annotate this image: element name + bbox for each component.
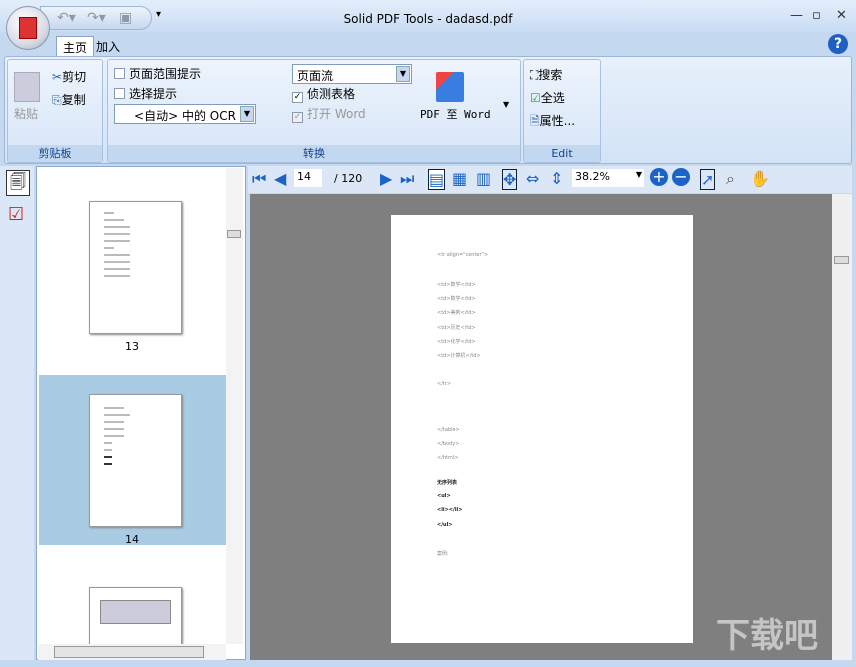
detect-tables-checkbox[interactable]: ✓ 侦测表格	[292, 85, 355, 103]
minimize-button[interactable]: —	[790, 8, 803, 23]
layout-select[interactable]: 页面流 ▼	[292, 64, 412, 84]
single-page-view-icon[interactable]: ▤	[428, 169, 446, 190]
app-menu-button[interactable]	[6, 6, 50, 50]
last-page-button[interactable]: ⏭	[400, 169, 414, 189]
page-text-line: <td>数学</td>	[437, 296, 476, 302]
edit-group: ⛶搜索 ☑全选 🗎属性... Edit	[523, 59, 601, 163]
thumbnail-vertical-scrollbar[interactable]	[226, 168, 243, 644]
ribbon-tabs: 主页 加入	[0, 32, 856, 56]
hand-tool-icon[interactable]: ✋	[750, 169, 770, 188]
fit-width-icon[interactable]: ⇔	[526, 169, 539, 188]
view-toolbar: ⏮ ◀ 14 / 120 ▶ ⏭ ▤ ▦ ▥ ✥ ⇔ ⇕ 38.2% ▼ + − …	[248, 166, 852, 193]
thumbnail-label: 13	[125, 340, 139, 353]
zoom-select[interactable]: 38.2% ▼	[572, 169, 644, 187]
ocr-select[interactable]: <自动> 中的 OCR ▼	[114, 104, 256, 124]
paste-icon	[14, 72, 40, 102]
two-page-view-icon[interactable]: ▦	[452, 169, 467, 188]
page-text-line: <td>历史</td>	[437, 325, 476, 331]
previous-page-button[interactable]: ◀	[274, 169, 286, 188]
tab-home[interactable]: 主页	[56, 36, 95, 56]
zoom-area-icon[interactable]: ⌕	[726, 169, 735, 189]
close-button[interactable]: ✕	[836, 8, 847, 23]
chevron-down-icon: ▼	[396, 66, 410, 82]
page-text-line: <li></li>	[437, 507, 463, 513]
select-all-button[interactable]: ☑全选	[530, 89, 565, 106]
document-vertical-scrollbar[interactable]	[832, 194, 852, 660]
copy-button[interactable]: ⎘复制	[52, 91, 86, 108]
pdf-logo-icon	[19, 17, 37, 39]
page-text-line: <td>化学</td>	[437, 339, 476, 345]
page-text-line: </html>	[437, 455, 459, 461]
thumbnail-horizontal-scrollbar[interactable]	[38, 644, 226, 660]
checkbox-icon: ☑	[530, 91, 541, 105]
pdf-to-word-button[interactable]: PDF 至 Word	[420, 106, 491, 122]
maximize-button[interactable]: ▫	[812, 8, 821, 23]
properties-icon: 🗎	[530, 114, 540, 128]
continuous-view-icon[interactable]: ▥	[476, 169, 491, 188]
window-title: Solid PDF Tools - dadasd.pdf	[343, 12, 513, 26]
pages-panel-icon[interactable]: 🗐	[6, 170, 30, 196]
page-text-line: <ul>	[437, 493, 451, 499]
thumbnail-label: 14	[125, 533, 139, 546]
watermark: 下载吧	[716, 616, 818, 656]
pdf-page: <tr align="center"> <td>数学</td> <td>数学</…	[391, 215, 693, 643]
fit-height-icon[interactable]: ⇕	[550, 169, 563, 188]
ribbon: 粘贴 ✂剪切 ⎘复制 剪贴板 页面范围提示 选择提示 <自动> 中的 OCR ▼ …	[4, 56, 852, 164]
edit-group-label: Edit	[524, 145, 600, 162]
select-tool-icon[interactable]: ➚	[700, 169, 716, 190]
search-button[interactable]: ⛶搜索	[530, 66, 562, 83]
thumbnail-page-13[interactable]	[89, 201, 182, 334]
page-text-line: </tr>	[437, 381, 452, 387]
paste-button[interactable]: 粘贴	[14, 105, 38, 122]
clipboard-group-label: 剪贴板	[8, 145, 102, 162]
zoom-in-icon[interactable]: +	[650, 168, 668, 186]
checklist-panel-icon[interactable]: ☑	[8, 204, 24, 225]
copy-icon: ⎘	[52, 93, 62, 107]
pdf-to-word-dropdown-icon[interactable]: ▼	[503, 100, 509, 109]
page-text-line: <tr align="center">	[437, 252, 489, 258]
page-text-line: 无序列表	[437, 480, 458, 486]
convert-group-label: 转换	[108, 145, 520, 162]
open-word-checkbox[interactable]: ✓ 打开 Word	[292, 105, 366, 123]
convert-group: 页面范围提示 选择提示 <自动> 中的 OCR ▼ 页面流 ▼ ✓ 侦测表格 ✓ 打开 …	[107, 59, 521, 163]
page-text-line: </table>	[437, 427, 460, 433]
fit-page-icon[interactable]: ✥	[502, 169, 518, 190]
chevron-down-icon: ▼	[635, 170, 642, 179]
selection-hint-checkbox[interactable]: 选择提示	[114, 85, 177, 102]
properties-button[interactable]: 🗎属性...	[530, 112, 575, 133]
thumbnail-page-15[interactable]	[89, 587, 182, 647]
zoom-out-icon[interactable]: −	[672, 168, 690, 186]
next-page-button[interactable]: ▶	[380, 169, 392, 188]
chevron-down-icon: ▼	[240, 106, 254, 122]
cut-button[interactable]: ✂剪切	[52, 68, 86, 85]
pdf-to-word-icon	[436, 72, 464, 102]
page-range-hint-checkbox[interactable]: 页面范围提示	[114, 65, 201, 82]
thumbnail-page-14[interactable]	[89, 394, 182, 527]
page-text-line: </body>	[437, 441, 460, 447]
total-pages: / 120	[334, 172, 363, 185]
page-text-line: </ul>	[437, 522, 453, 528]
page-text-line: <td>美術</td>	[437, 310, 476, 316]
thumbnail-panel: 13 14	[36, 166, 246, 660]
first-page-button[interactable]: ⏮	[252, 169, 266, 189]
page-text-line: 案例:	[437, 551, 449, 557]
page-text-line: <td>数学</td>	[437, 282, 476, 288]
page-number-input[interactable]: 14	[294, 169, 322, 187]
clipboard-group: 粘贴 ✂剪切 ⎘复制 剪贴板	[7, 59, 103, 163]
side-panel-strip: 🗐 ☑	[0, 166, 34, 660]
help-icon[interactable]: ?	[828, 34, 848, 54]
tab-addins[interactable]: 加入	[90, 36, 126, 56]
page-text-line: <td>计算机</td>	[437, 353, 481, 359]
scissors-icon: ✂	[52, 70, 63, 84]
